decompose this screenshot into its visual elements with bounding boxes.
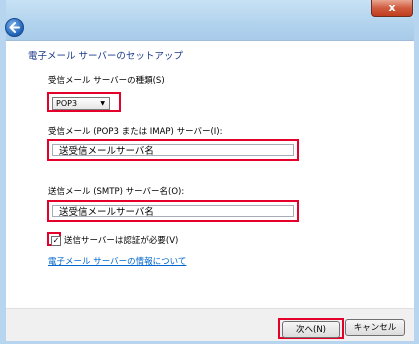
wizard-footer: 次へ(N) キャンセル <box>6 308 414 341</box>
close-button[interactable]: x <box>371 0 413 17</box>
incoming-type-select[interactable]: POP3 ▼ <box>52 97 110 110</box>
incoming-type-highlight: POP3 ▼ <box>47 92 121 112</box>
close-icon: x <box>388 1 396 14</box>
incoming-server-highlight: 送受信メールサーバ名 <box>47 139 299 161</box>
auth-checkbox[interactable]: ✓ <box>51 236 61 246</box>
window-frame-right <box>414 0 419 344</box>
outgoing-server-highlight: 送受信メールサーバ名 <box>47 200 299 222</box>
back-button[interactable] <box>5 18 24 37</box>
back-arrow-icon <box>9 22 20 33</box>
incoming-type-value: POP3 <box>56 99 78 108</box>
next-button[interactable]: 次へ(N) <box>282 321 340 338</box>
title-bar <box>0 0 419 40</box>
page-title: 電子メール サーバーのセットアップ <box>28 51 183 62</box>
next-button-highlight: 次へ(N) <box>278 318 344 339</box>
outgoing-server-input[interactable]: 送受信メールサーバ名 <box>52 205 294 218</box>
incoming-type-label: 受信メール サーバーの種類(S) <box>48 76 165 86</box>
auth-checkbox-highlight: ✓ <box>47 232 61 246</box>
server-info-link[interactable]: 電子メール サーバーの情報について <box>48 255 186 267</box>
outgoing-server-label: 送信メール (SMTP) サーバー名(O): <box>48 187 185 197</box>
auth-checkbox-label[interactable]: 送信サーバーは認証が必要(V) <box>64 234 178 246</box>
chevron-down-icon: ▼ <box>100 100 105 107</box>
cancel-button[interactable]: キャンセル <box>345 319 405 336</box>
wizard-content: 電子メール サーバーのセットアップ 受信メール サーバーの種類(S) POP3 … <box>6 40 414 309</box>
incoming-server-input[interactable]: 送受信メールサーバ名 <box>52 144 294 157</box>
incoming-server-label: 受信メール (POP3 または IMAP) サーバー(I): <box>48 127 223 137</box>
